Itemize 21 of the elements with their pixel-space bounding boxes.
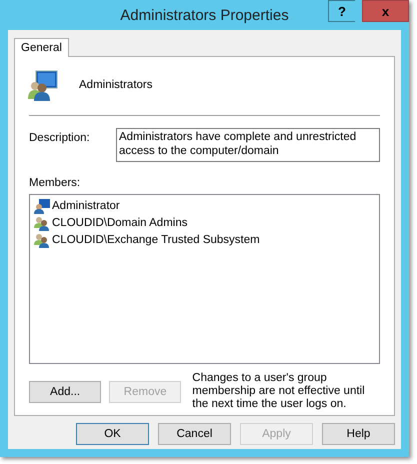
dialog-button[interactable]: OK bbox=[76, 423, 149, 445]
close-button[interactable]: x bbox=[362, 0, 409, 22]
users-icon bbox=[34, 214, 50, 230]
description-label: Description: bbox=[29, 131, 91, 144]
help-button[interactable]: ? bbox=[328, 0, 355, 22]
window-title: Administrators Properties bbox=[120, 6, 289, 24]
member-item[interactable]: CLOUDID\Exchange Trusted Subsystem bbox=[52, 234, 260, 246]
user-computer-icon bbox=[34, 198, 50, 214]
group-name: Administrators bbox=[79, 79, 152, 91]
member-item[interactable]: CLOUDID\Domain Admins bbox=[52, 216, 188, 228]
members-list[interactable]: Administrator CLOUDID\Domain Admins CLOUDID\Exchange Trusted Subsystem bbox=[29, 194, 380, 364]
users-icon bbox=[34, 232, 50, 248]
dialog-button[interactable]: Help bbox=[322, 423, 395, 445]
users-computer-icon bbox=[27, 69, 59, 101]
add-button[interactable]: Add... bbox=[29, 381, 102, 403]
description-field[interactable]: Administrators have complete and unrestricted access to the computer/domain bbox=[116, 128, 380, 162]
dialog-button[interactable]: Cancel bbox=[158, 423, 231, 445]
membership-note: Changes to a user's group membership are not effective until the next time the user logs on. bbox=[192, 372, 366, 411]
member-item[interactable]: Administrator bbox=[52, 200, 120, 212]
tab[interactable]: General bbox=[14, 38, 69, 57]
members-label: Members: bbox=[29, 177, 80, 189]
